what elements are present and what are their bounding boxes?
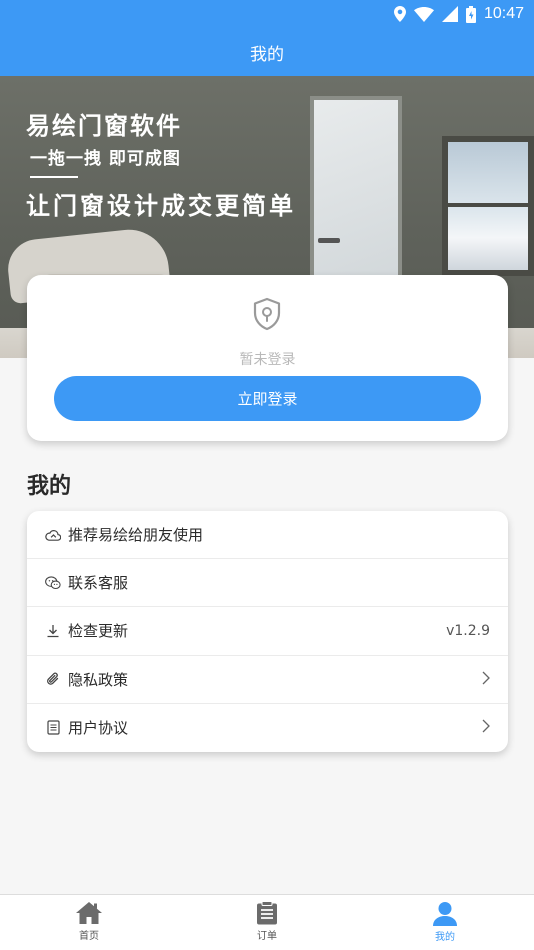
share-cloud-icon [45, 527, 61, 543]
banner-title: 易绘门窗软件 [26, 112, 182, 140]
banner-slogan: 让门窗设计成交更简单 [26, 192, 296, 220]
wifi-icon [413, 6, 434, 22]
shield-icon [253, 297, 281, 331]
menu-item-user-agreement[interactable]: 用户协议 [27, 704, 508, 752]
menu-item-label: 隐私政策 [68, 670, 129, 689]
menu-item-check-update[interactable]: 检查更新 v1.2.9 [27, 607, 508, 656]
paperclip-icon [45, 671, 61, 687]
document-icon [45, 720, 61, 736]
tab-label: 首页 [79, 931, 99, 942]
download-icon [45, 623, 61, 639]
tab-home[interactable]: 首页 [0, 895, 178, 950]
bottom-tab-bar: 首页 订单 我的 [0, 894, 534, 950]
menu-item-label: 联系客服 [68, 574, 129, 593]
banner-divider [30, 176, 78, 178]
menu-item-label: 检查更新 [68, 622, 129, 641]
banner-subtitle: 一拖一拽 即可成图 [30, 149, 181, 169]
login-card: 暂未登录 立即登录 [27, 275, 508, 441]
wechat-icon [45, 575, 61, 591]
tab-label: 订单 [257, 931, 277, 942]
menu-item-recommend[interactable]: 推荐易绘给朋友使用 [27, 511, 508, 560]
menu-list: 推荐易绘给朋友使用 联系客服 检查更新 v1.2.9 隐私政策 用户协议 [27, 511, 508, 752]
menu-item-label: 用户协议 [68, 719, 129, 738]
location-icon [393, 6, 406, 22]
signal-icon [441, 6, 458, 22]
tab-label: 我的 [435, 932, 455, 943]
menu-item-label: 推荐易绘给朋友使用 [68, 526, 204, 545]
app-bar: 我的 [0, 28, 534, 76]
user-icon [433, 902, 457, 926]
banner-window-image [442, 136, 534, 276]
home-icon [76, 902, 102, 924]
page-title: 我的 [250, 44, 284, 65]
clock: 10:47 [483, 5, 524, 22]
login-status-text: 暂未登录 [239, 352, 296, 368]
status-bar: 10:47 [0, 0, 534, 28]
chevron-right-icon [482, 670, 490, 689]
tab-mine[interactable]: 我的 [356, 895, 534, 950]
menu-item-privacy-policy[interactable]: 隐私政策 [27, 656, 508, 704]
clipboard-icon [257, 901, 277, 925]
app-version: v1.2.9 [446, 622, 490, 639]
menu-item-customer-service[interactable]: 联系客服 [27, 559, 508, 608]
login-button[interactable]: 立即登录 [54, 376, 481, 421]
battery-icon [465, 5, 476, 23]
section-title: 我的 [27, 474, 72, 499]
chevron-right-icon [482, 718, 490, 737]
tab-orders[interactable]: 订单 [178, 895, 356, 950]
